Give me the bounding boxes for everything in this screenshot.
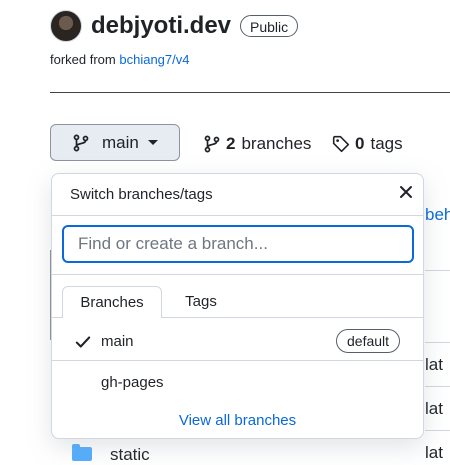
owner-avatar[interactable]	[50, 10, 82, 42]
tab-tags[interactable]: Tags	[170, 286, 232, 318]
divider	[52, 215, 423, 216]
tab-underline	[52, 317, 63, 318]
dropdown-title: Switch branches/tags	[70, 186, 213, 203]
current-branch-label: main	[102, 132, 139, 152]
close-icon[interactable]	[396, 182, 416, 202]
branch-item-main[interactable]: main default	[52, 325, 423, 359]
default-badge: default	[336, 329, 401, 353]
branch-name: main	[101, 333, 134, 350]
branch-dropdown: Switch branches/tags Branches Tags main …	[51, 173, 424, 439]
branch-item-gh-pages[interactable]: gh-pages	[101, 374, 164, 391]
background-row-header	[425, 270, 450, 313]
tags-link[interactable]: 0 tags	[332, 134, 403, 154]
divider	[52, 274, 423, 275]
folder-name[interactable]: static	[110, 445, 150, 465]
repo-title[interactable]: debjyoti.dev	[91, 10, 231, 42]
git-branch-icon	[73, 134, 89, 151]
background-row: lat	[425, 430, 450, 463]
background-row: lat	[425, 342, 450, 375]
branch-search-input[interactable]	[62, 225, 414, 263]
branches-count: 2	[226, 134, 236, 153]
view-all-branches-link[interactable]: View all branches	[52, 412, 423, 429]
folder-icon	[72, 444, 92, 461]
branch-select-button[interactable]: main	[50, 124, 180, 161]
tag-icon	[332, 135, 350, 153]
branches-label: branches	[241, 134, 312, 153]
tab-underline	[161, 317, 423, 318]
background-link-fragment[interactable]: beh	[425, 205, 450, 225]
background-row: lat	[425, 386, 450, 419]
tags-label: tags	[370, 134, 403, 153]
git-branch-icon	[204, 135, 220, 153]
header-divider	[50, 92, 450, 93]
branches-link[interactable]: 2 branches	[203, 134, 311, 154]
tags-count: 0	[355, 134, 365, 153]
check-icon	[75, 336, 91, 348]
fork-source-link[interactable]: bchiang7/v4	[119, 52, 189, 67]
chevron-down-icon	[147, 140, 158, 145]
forked-from: forked from bchiang7/v4	[50, 52, 190, 67]
forked-prefix: forked from	[50, 52, 116, 67]
divider	[52, 360, 423, 361]
tab-branches[interactable]: Branches	[62, 286, 162, 318]
visibility-badge: Public	[240, 15, 299, 37]
